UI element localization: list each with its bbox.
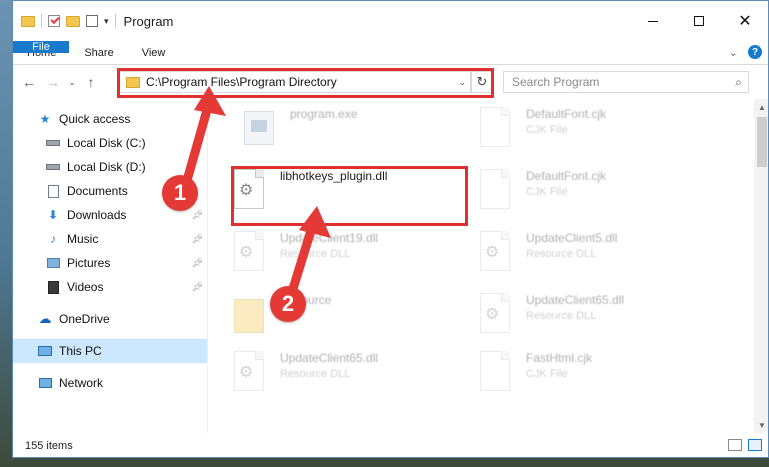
arrowhead-icon [194, 86, 226, 116]
annotation-arrows [181, 86, 331, 294]
callout-badge-1: 1 [162, 175, 198, 211]
arrowhead-icon [299, 206, 331, 238]
arrow-to-address-bar [181, 101, 214, 186]
callout-badge-2: 2 [270, 286, 306, 322]
arrow-to-file [287, 222, 318, 294]
